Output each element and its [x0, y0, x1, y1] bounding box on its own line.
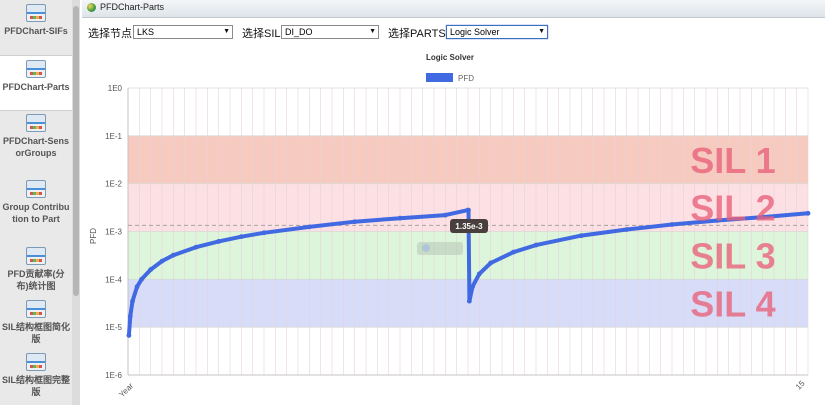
data-point[interactable]: [397, 215, 403, 221]
data-point[interactable]: [578, 233, 584, 239]
y-tick-label: 1E0: [108, 84, 123, 93]
data-point[interactable]: [170, 252, 176, 258]
tooltip: 1.35e-3: [450, 219, 488, 233]
y-tick-label: 1E-2: [105, 180, 122, 189]
data-point[interactable]: [488, 260, 494, 266]
data-point[interactable]: [130, 298, 135, 304]
data-point[interactable]: [216, 239, 222, 244]
data-point[interactable]: [261, 230, 267, 236]
data-point[interactable]: [669, 222, 675, 227]
x-tick-label-end: 15: [794, 379, 807, 392]
pfd-chart: 1E0 1E-1 1E-2 1E-3 1E-4 1E-5 1E-6 SIL 1 SIL 2 SI…: [89, 53, 811, 399]
data-point[interactable]: [139, 276, 145, 282]
drag-ghost: [417, 242, 463, 255]
legend-swatch[interactable]: [426, 73, 453, 82]
y-tick-label: 1E-6: [105, 371, 122, 380]
data-point[interactable]: [193, 244, 199, 250]
y-tick-label: 1E-1: [105, 132, 122, 141]
data-point[interactable]: [476, 271, 482, 277]
sil-band-label: SIL 3: [690, 235, 775, 276]
data-point[interactable]: [470, 284, 475, 290]
y-tick-label: 1E-4: [105, 275, 122, 284]
y-tick-label: 1E-3: [105, 228, 122, 237]
data-point[interactable]: [466, 298, 472, 304]
data-point[interactable]: [134, 284, 140, 290]
sil-band-label: SIL 1: [690, 140, 775, 181]
y-axis-label: PFD: [89, 228, 98, 244]
data-point[interactable]: [442, 212, 448, 218]
data-point[interactable]: [306, 224, 312, 230]
legend-label[interactable]: PFD: [458, 74, 474, 83]
data-point[interactable]: [510, 249, 516, 255]
data-point[interactable]: [159, 258, 165, 264]
sil-band-label: SIL 4: [690, 283, 775, 324]
data-point[interactable]: [148, 267, 154, 272]
data-point[interactable]: [533, 242, 539, 248]
tooltip-value: 1.35e-3: [455, 222, 483, 231]
x-tick-label-start: Year: [117, 381, 135, 399]
data-point[interactable]: [624, 227, 630, 232]
y-tick-label: 1E-5: [105, 323, 122, 332]
sil-band-label: SIL 2: [690, 188, 775, 229]
data-point[interactable]: [805, 210, 811, 216]
data-point[interactable]: [238, 234, 244, 240]
data-point[interactable]: [352, 219, 358, 225]
data-point[interactable]: [126, 333, 132, 338]
data-point[interactable]: [127, 313, 133, 319]
data-point[interactable]: [466, 207, 471, 213]
chart-title: Logic Solver: [426, 53, 474, 62]
